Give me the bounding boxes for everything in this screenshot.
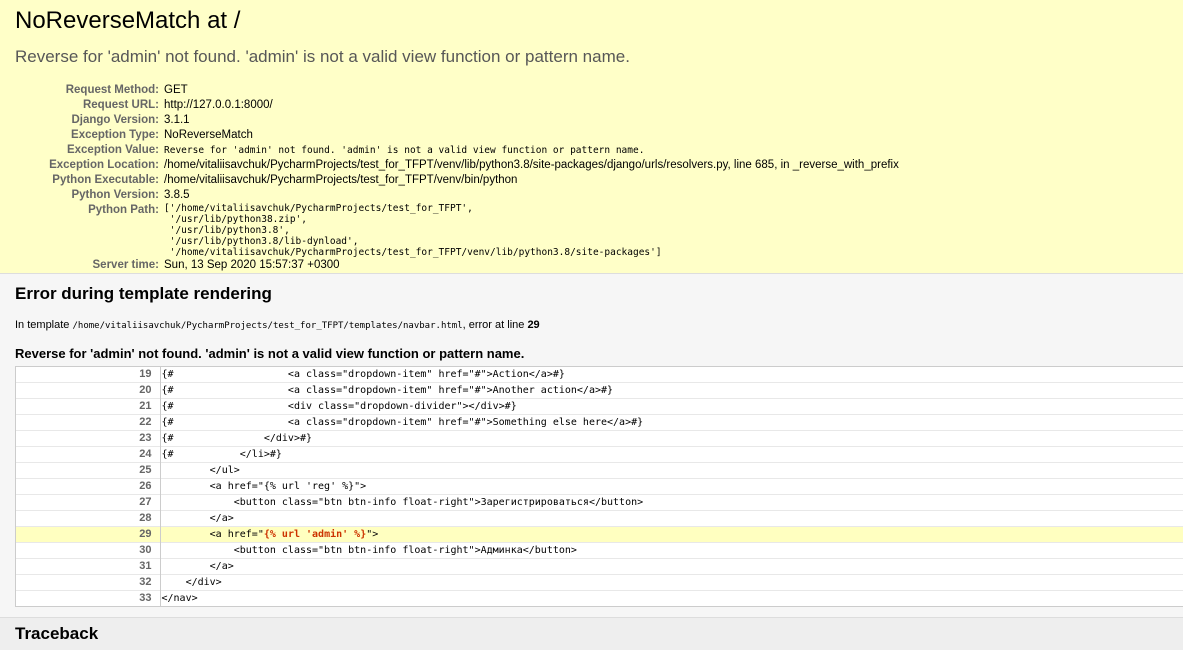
line-number: 19	[16, 367, 161, 383]
source-line: 23 {# </div>#}	[16, 430, 1183, 447]
code-before: <a href="	[161, 529, 264, 540]
line-number: 25	[16, 462, 161, 479]
meta-value: NoReverseMatch	[164, 129, 253, 141]
template-error-heading: Error during template rendering	[15, 284, 272, 303]
source-line: 20 {# <a class="dropdown-item" href="#">A…	[16, 382, 1183, 399]
meta-row-exception-value: Exception Value: Reverse for 'admin' not…	[15, 143, 899, 158]
source-line: 24 {# </li>#}	[16, 446, 1183, 463]
meta-value: GET	[164, 84, 188, 96]
line-number: 23	[16, 430, 161, 447]
line-number: 21	[16, 398, 161, 415]
meta-value: 3.1.1	[164, 114, 190, 126]
source-line: 26 <a href="{% url 'reg' %}">	[16, 478, 1183, 495]
line-code: {# <a class="dropdown-item" href="#">Act…	[161, 369, 565, 380]
source-line: 32 </div>	[16, 574, 1183, 591]
source-line: 29 <a href="{% url 'admin' %}">	[16, 526, 1183, 543]
source-line: 28 </a>	[16, 510, 1183, 527]
meta-value: Reverse for 'admin' not found. 'admin' i…	[164, 145, 645, 156]
meta-label: Exception Location:	[49, 159, 159, 171]
meta-label: Python Executable:	[52, 174, 159, 186]
meta-value: http://127.0.0.1:8000/	[164, 99, 273, 111]
meta-label: Python Version:	[71, 189, 159, 201]
meta-label: Request Method:	[65, 84, 159, 96]
line-number: 28	[16, 510, 161, 527]
meta-row-python-version: Python Version: 3.8.5	[15, 188, 899, 203]
line-number: 20	[16, 382, 161, 399]
line-code: <a href="{% url 'reg' %}">	[161, 481, 367, 492]
line-number: 29	[16, 526, 161, 543]
line-code: {# </li>#}	[161, 449, 282, 460]
page-title: NoReverseMatch at /	[15, 7, 241, 34]
meta-label: Exception Value:	[66, 144, 159, 156]
line-number: 30	[16, 542, 161, 559]
meta-value: 3.8.5	[164, 189, 190, 201]
code-error-token: {% url 'admin' %}	[263, 529, 367, 540]
line-number: 33	[16, 590, 161, 606]
meta-value: Sun, 13 Sep 2020 15:57:37 +0300	[164, 259, 340, 271]
line-code: {# </div>#}	[161, 433, 313, 444]
line-code: </ul>	[161, 465, 240, 476]
meta-label: Django Version:	[71, 114, 159, 126]
line-code: {# <div class="dropdown-divider"></div>#…	[161, 401, 517, 412]
line-number: 24	[16, 446, 161, 463]
source-line: 19 {# <a class="dropdown-item" href="#">A…	[16, 367, 1183, 383]
line-number: 22	[16, 414, 161, 431]
meta-value: /home/vitaliisavchuk/PycharmProjects/tes…	[164, 174, 518, 186]
traceback-heading: Traceback	[15, 624, 99, 643]
source-line: 27 <button class="btn btn-info float-rig…	[16, 494, 1183, 511]
template-info-prefix: In template	[15, 319, 73, 331]
meta-label: Exception Type:	[71, 129, 159, 141]
request-meta-table: Request Method: GET Request URL: http://…	[15, 83, 899, 273]
line-code: <button class="btn btn-info float-right"…	[161, 497, 644, 508]
template-info: In template /home/vitaliisavchuk/Pycharm…	[15, 318, 1168, 333]
meta-row-django-version: Django Version: 3.1.1	[15, 113, 899, 128]
template-path: /home/vitaliisavchuk/PycharmProjects/tes…	[72, 321, 463, 331]
meta-row-python-executable: Python Executable: /home/vitaliisavchuk/…	[15, 173, 899, 188]
line-code: <button class="btn btn-info float-right"…	[161, 545, 577, 556]
meta-row-request-url: Request URL: http://127.0.0.1:8000/	[15, 98, 899, 113]
line-code: </a>	[161, 513, 234, 524]
line-code: </div>	[161, 577, 222, 588]
error-summary: NoReverseMatch at / Reverse for 'admin' …	[0, 0, 1183, 274]
meta-label: Server time:	[92, 259, 159, 271]
meta-label: Python Path:	[88, 204, 159, 216]
meta-value: /home/vitaliisavchuk/PycharmProjects/tes…	[164, 159, 899, 171]
error-line-number: 29	[527, 319, 540, 331]
line-number: 32	[16, 574, 161, 591]
template-error-section: Error during template rendering In templ…	[0, 274, 1183, 618]
source-line: 25 </ul>	[16, 462, 1183, 479]
exception-value-heading: Reverse for 'admin' not found. 'admin' i…	[15, 47, 630, 66]
meta-row-request-method: Request Method: GET	[15, 83, 899, 98]
line-code: {# <a class="dropdown-item" href="#">Som…	[161, 417, 644, 428]
meta-row-python-path: Python Path: ['/home/vitaliisavchuk/Pych…	[15, 203, 899, 258]
python-path-list: ['/home/vitaliisavchuk/PycharmProjects/t…	[164, 203, 662, 258]
meta-row-server-time: Server time: Sun, 13 Sep 2020 15:57:37 +…	[15, 258, 899, 273]
template-info-middle: , error at line	[462, 319, 528, 331]
line-code: <a href="{% url 'admin' %}">	[160, 526, 1183, 543]
source-line: 31 </a>	[16, 558, 1183, 575]
meta-row-exception-type: Exception Type: NoReverseMatch	[15, 128, 899, 143]
source-line: 30 <button class="btn btn-info float-rig…	[16, 542, 1183, 559]
line-code: {# <a class="dropdown-item" href="#">Ano…	[161, 385, 614, 396]
line-number: 27	[16, 494, 161, 511]
traceback-section: Traceback	[0, 618, 1183, 650]
template-source-box[interactable]: 19 {# <a class="dropdown-item" href="#">A…	[15, 366, 1183, 607]
meta-value: ['/home/vitaliisavchuk/PycharmProjects/t…	[164, 203, 899, 258]
source-line: 33 </nav>	[16, 590, 1183, 606]
template-error-message: Reverse for 'admin' not found. 'admin' i…	[15, 346, 525, 361]
line-number: 26	[16, 478, 161, 495]
meta-label: Request URL:	[82, 99, 159, 111]
source-line: 22 {# <a class="dropdown-item" href="#">S…	[16, 414, 1183, 431]
meta-row-exception-location: Exception Location: /home/vitaliisavchuk…	[15, 158, 899, 173]
line-code: </nav>	[161, 593, 198, 604]
line-code: </a>	[161, 561, 234, 572]
template-source-table: 19 {# <a class="dropdown-item" href="#">A…	[16, 367, 1183, 606]
source-line: 21 {# <div class="dropdown-divider"></div…	[16, 398, 1183, 415]
line-number: 31	[16, 558, 161, 575]
code-after: ">	[366, 529, 379, 540]
